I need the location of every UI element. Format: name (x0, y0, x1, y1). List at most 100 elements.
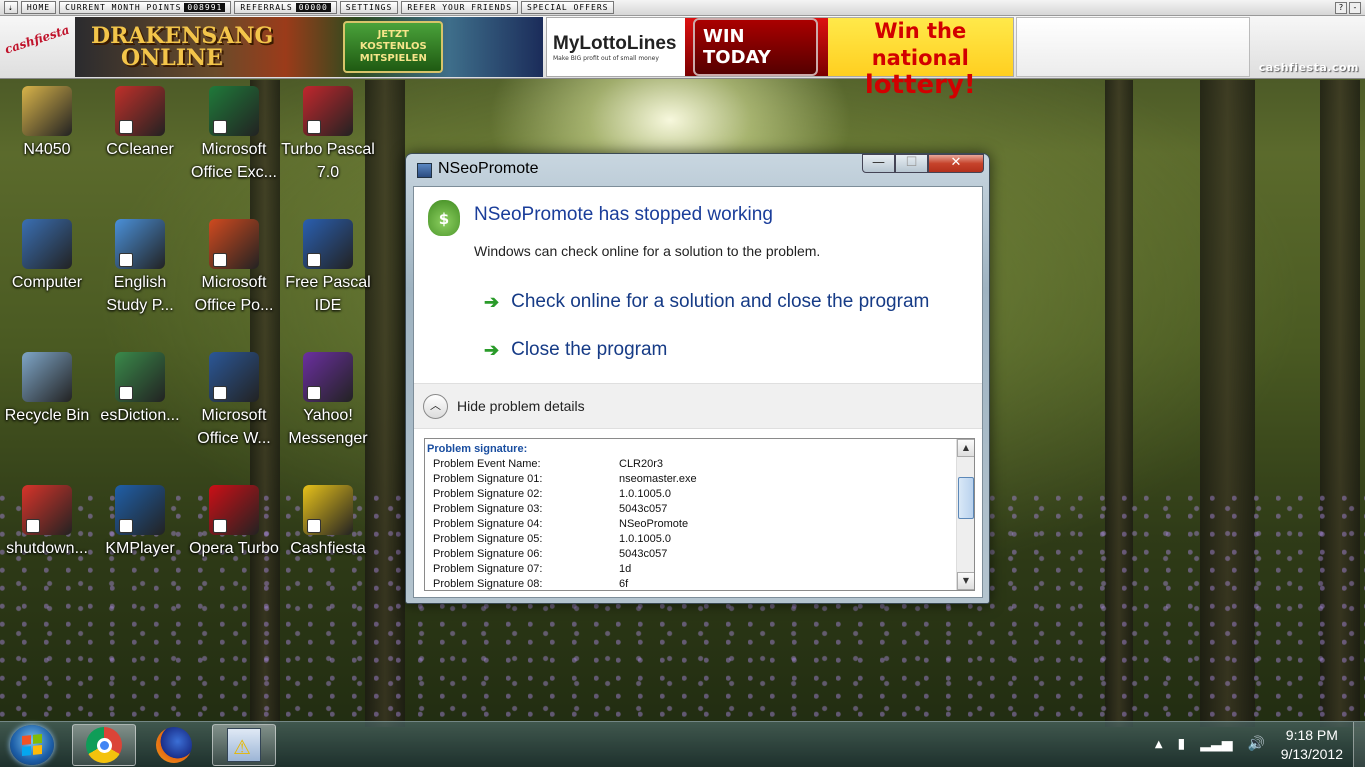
taskbar-clock[interactable]: 9:18 PM 9/13/2012 (1281, 726, 1343, 764)
hide-details-link[interactable]: Hide problem details (457, 398, 585, 414)
close-program-command[interactable]: ➔ Close the program (484, 339, 667, 361)
desktop-icon[interactable]: shutdown... (0, 485, 95, 560)
signature-value: 5043c057 (619, 548, 668, 560)
taskbar-chrome[interactable] (72, 724, 136, 766)
error-dialog: NSeoPromote — ☐ ✕ $ NSeoPromote has stop… (405, 153, 990, 604)
desktop-icon[interactable]: Recycle Bin (0, 352, 95, 427)
tray-expand-icon[interactable]: ▲ (1155, 736, 1163, 752)
signature-row: Problem Signature 04: NSeoPromote (427, 517, 956, 532)
desktop-icon[interactable]: KMPlayer (92, 485, 188, 560)
green-arrow-icon: ➔ (484, 291, 500, 312)
signature-value: NSeoPromote (619, 518, 689, 530)
taskbar-error-reporting[interactable]: ⚠ (212, 724, 276, 766)
clock-date: 9/13/2012 (1280, 746, 1343, 762)
problem-details-box[interactable]: Problem signature: Problem Event Name: CL… (424, 438, 975, 591)
dialog-title: NSeoPromote (438, 160, 539, 177)
signature-row: Problem Signature 08: 6f (427, 577, 956, 590)
taskbar-firefox[interactable] (142, 724, 206, 766)
ad1-button-line1: JETZT (377, 29, 410, 40)
signature-value: 1d (619, 563, 632, 575)
problem-signature-list: Problem signature: Problem Event Name: CL… (425, 439, 956, 590)
desktop-icon[interactable]: Computer (0, 219, 95, 294)
chrome-icon (86, 727, 122, 763)
cashfiesta-logo[interactable]: cashfiesta (0, 10, 79, 86)
app-shortcut-icon (22, 219, 72, 269)
desktop-icon[interactable]: Microsoft Office Exc... (186, 86, 282, 184)
blank-ad-slot (1016, 17, 1250, 77)
dialog-body: $ NSeoPromote has stopped working Window… (413, 186, 983, 598)
desktop-icon-label: N4050 (23, 141, 71, 158)
drakensang-ad[interactable]: DRAKENSANG ONLINE JETZT KOSTENLOS MITSPI… (75, 17, 543, 77)
toolbar-help-button[interactable]: ? (1335, 1, 1347, 14)
toolbar-month-points[interactable]: CURRENT MONTH POINTS 008991 (59, 1, 232, 14)
desktop-icon-label: Microsoft Office Exc... (191, 141, 277, 181)
toolbar-settings-button[interactable]: SETTINGS (339, 1, 399, 14)
desktop-icon[interactable]: Microsoft Office W... (186, 352, 282, 450)
windows-logo-icon (22, 733, 42, 757)
money-bag-icon: $ (428, 200, 460, 236)
signature-row: Problem Signature 02: 1.0.1005.0 (427, 487, 956, 502)
toolbar-referrals[interactable]: REFERRALS 00000 (234, 1, 337, 14)
green-arrow-icon: ➔ (484, 339, 500, 360)
toolbar-special-offers-button[interactable]: SPECIAL OFFERS (521, 1, 615, 14)
app-shortcut-icon (209, 485, 259, 535)
ad2-win-today-button[interactable]: WIN TODAY (693, 18, 818, 76)
desktop-icon[interactable]: N4050 (0, 86, 95, 161)
check-online-command[interactable]: ➔ Check online for a solution and close … (484, 291, 929, 313)
mylottolines-ad[interactable]: MyLottoLines Make BIG profit out of smal… (546, 17, 1014, 99)
desktop-icon[interactable]: esDiction... (92, 352, 188, 427)
scroll-up-icon[interactable]: ▲ (957, 439, 974, 457)
signature-key: Problem Signature 06: (433, 548, 543, 560)
details-scrollbar[interactable]: ▲ ▼ (956, 439, 974, 590)
signature-row: Problem Signature 01: nseomaster.exe (427, 472, 956, 487)
cashfiesta-url[interactable]: cashfiesta.com (1259, 61, 1359, 74)
desktop-icon[interactable]: Free Pascal IDE (280, 219, 376, 317)
ad1-play-button[interactable]: JETZT KOSTENLOS MITSPIELEN (343, 21, 444, 73)
chevron-up-icon[interactable]: ︿ (423, 393, 448, 419)
scroll-down-icon[interactable]: ▼ (957, 572, 974, 590)
toolbar-minimize-button[interactable]: - (1349, 1, 1361, 14)
app-icon (417, 163, 432, 178)
toolbar-menu-button[interactable]: ⇣ (4, 1, 18, 14)
close-button[interactable]: ✕ (928, 154, 984, 173)
main-instruction: NSeoPromote has stopped working (474, 204, 773, 225)
desktop-icon-label: Microsoft Office Po... (194, 274, 274, 314)
desktop-icon[interactable]: Microsoft Office Po... (186, 219, 282, 317)
start-button[interactable] (10, 725, 54, 765)
minimize-button[interactable]: — (862, 154, 895, 173)
app-shortcut-icon (22, 86, 72, 136)
volume-icon[interactable]: 🔊 (1248, 736, 1265, 752)
signature-row: Problem Event Name: CLR20r3 (427, 457, 956, 472)
signature-key: Problem Signature 01: (433, 473, 543, 485)
signature-row: Problem Signature 06: 5043c057 (427, 547, 956, 562)
desktop-icon[interactable]: English Study P... (92, 219, 188, 317)
referrals-label: REFERRALS (240, 3, 293, 12)
power-icon[interactable]: ▮ (1178, 736, 1186, 752)
desktop-icon[interactable]: Opera Turbo (186, 485, 282, 560)
toolbar-refer-friends-button[interactable]: REFER YOUR FRIENDS (401, 1, 519, 14)
signature-value: CLR20r3 (619, 458, 664, 470)
signature-header: Problem signature: (427, 443, 528, 455)
ad2-lottery-line2: lottery! (864, 70, 976, 100)
desktop-icon-label: Turbo Pascal 7.0 (281, 141, 375, 181)
maximize-button[interactable]: ☐ (895, 154, 928, 173)
desktop-icon[interactable]: Turbo Pascal 7.0 (280, 86, 376, 184)
signature-row: Problem Signature 03: 5043c057 (427, 502, 956, 517)
scroll-thumb[interactable] (958, 477, 974, 519)
show-desktop-button[interactable] (1353, 722, 1365, 767)
ad2-win-area: WIN TODAY Win the national lottery! (685, 18, 1013, 99)
desktop-icon-label: Cashfiesta (290, 540, 366, 557)
ad1-button-line3: MITSPIELEN (359, 53, 427, 64)
desktop-icon[interactable]: Yahoo! Messenger (280, 352, 376, 450)
signature-key: Problem Signature 07: (433, 563, 543, 575)
month-points-label: CURRENT MONTH POINTS (65, 3, 182, 12)
network-icon[interactable]: ▂▃▅ (1200, 736, 1232, 752)
close-program-label: Close the program (511, 339, 668, 360)
app-shortcut-icon (115, 86, 165, 136)
app-shortcut-icon (303, 86, 353, 136)
desktop-icon[interactable]: CCleaner (92, 86, 188, 161)
desktop-icon[interactable]: Cashfiesta (280, 485, 376, 560)
signature-value: 5043c057 (619, 503, 668, 515)
ad-banner: cashfiesta DRAKENSANG ONLINE JETZT KOSTE… (0, 16, 1365, 99)
warning-icon: ⚠ (227, 728, 261, 762)
